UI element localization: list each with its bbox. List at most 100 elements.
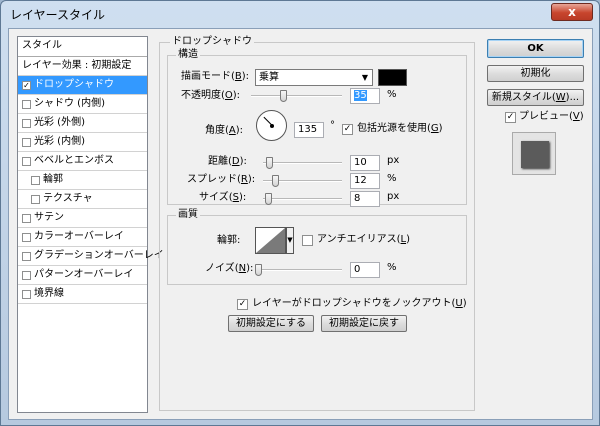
noise-input[interactable]: 0 [350, 262, 380, 278]
reset-button[interactable]: 初期化 [487, 65, 584, 82]
contour-curve-icon [256, 228, 285, 253]
size-unit: px [387, 191, 400, 202]
distance-unit: px [387, 155, 400, 166]
style-item-label: パターンオーバーレイ [34, 269, 134, 280]
preview-shape [521, 141, 549, 168]
distance-slider[interactable] [263, 156, 342, 170]
style-item-checkbox[interactable] [22, 157, 31, 166]
structure-title: 構造 [176, 49, 200, 61]
structure-group: 構造 描画モード(B): 乗算 ▼ 不透明度(O): 35 % 角度(A): 1… [167, 49, 467, 207]
noise-slider-track [255, 269, 342, 271]
style-item[interactable]: パターンオーバーレイ [18, 266, 147, 285]
style-item-label: ドロップシャドウ [34, 79, 114, 90]
blend-mode-value: 乗算 [259, 72, 279, 83]
angle-label: 角度(A): [205, 125, 244, 136]
styles-header-label: スタイル [22, 40, 62, 51]
style-item-checkbox[interactable] [31, 176, 40, 185]
style-item[interactable]: シャドウ (内側) [18, 95, 147, 114]
style-item-checkbox[interactable] [22, 119, 31, 128]
style-item-label: 光彩 (内側) [34, 136, 85, 147]
global-light-checkbox[interactable]: ✓ [342, 124, 353, 135]
size-slider[interactable] [263, 192, 342, 206]
opacity-unit: % [387, 89, 397, 100]
blend-mode-select[interactable]: 乗算 ▼ [255, 69, 373, 86]
size-input[interactable]: 8 [350, 191, 380, 207]
style-item[interactable]: 光彩 (内側) [18, 133, 147, 152]
style-item-checkbox[interactable] [22, 271, 31, 280]
style-item[interactable]: 光彩 (外側) [18, 114, 147, 133]
layer-style-dialog: レイヤースタイル x スタイル レイヤー効果 : 初期設定 ✓ ドロップシャドウ シャ… [0, 0, 600, 426]
anti-alias-label: アンチエイリアス(L) [317, 234, 410, 245]
angle-input[interactable]: 135 [294, 122, 324, 138]
preview-thumbnail [512, 132, 556, 175]
spread-unit: % [387, 173, 397, 184]
style-item-checkbox[interactable] [31, 195, 40, 204]
style-item-label: グラデーションオーバーレイ [34, 250, 164, 261]
chevron-down-icon: ▼ [361, 73, 368, 82]
style-item-label: サテン [34, 212, 64, 223]
style-item-checkbox[interactable] [22, 252, 31, 261]
angle-unit: ° [330, 120, 335, 131]
contour-picker[interactable] [255, 227, 286, 254]
title-bar: レイヤースタイル x [1, 1, 599, 27]
style-item-label: シャドウ (内側) [34, 98, 105, 109]
global-light-label: 包括光源を使用(G) [357, 123, 443, 134]
size-slider-thumb[interactable] [265, 193, 272, 205]
style-item-label: 境界線 [34, 288, 64, 299]
noise-slider[interactable] [255, 263, 342, 277]
style-item[interactable]: グラデーションオーバーレイ [18, 247, 164, 266]
quality-group: 画質 輪郭: ▼ アンチエイリアス(L) ノイズ(N): 0 % [167, 209, 467, 285]
style-item[interactable]: レイヤー効果 : 初期設定 [18, 57, 147, 76]
style-item[interactable]: カラーオーバーレイ [18, 228, 147, 247]
style-item-label: 光彩 (外側) [34, 117, 85, 128]
size-label: サイズ(S): [199, 192, 247, 203]
ok-button[interactable]: OK [487, 39, 584, 58]
drop-shadow-group: ドロップシャドウ 構造 描画モード(B): 乗算 ▼ 不透明度(O): 35 %… [159, 36, 475, 411]
distance-slider-thumb[interactable] [266, 157, 273, 169]
style-item-checkbox[interactable] [22, 214, 31, 223]
angle-center [270, 124, 274, 128]
styles-list-header[interactable]: スタイル [18, 37, 147, 57]
opacity-slider-thumb[interactable] [280, 90, 287, 102]
shadow-color-swatch[interactable] [378, 69, 407, 86]
style-item-checkbox[interactable] [22, 290, 31, 299]
contour-dropdown[interactable]: ▼ [286, 227, 294, 254]
style-item-checkbox[interactable] [22, 100, 31, 109]
window-title: レイヤースタイル [10, 8, 106, 22]
opacity-slider[interactable] [251, 89, 342, 103]
opacity-input[interactable]: 35 [350, 88, 380, 104]
style-item-label: 輪郭 [43, 174, 63, 185]
style-item-label: テクスチャ [43, 193, 93, 204]
noise-slider-thumb[interactable] [255, 264, 262, 276]
spread-slider-thumb[interactable] [272, 175, 279, 187]
new-style-button[interactable]: 新規スタイル(W)... [487, 89, 584, 106]
anti-alias-checkbox[interactable] [302, 235, 313, 246]
style-item-label: レイヤー効果 : 初期設定 [22, 60, 132, 71]
style-item[interactable]: サテン [18, 209, 147, 228]
style-item-checkbox[interactable] [22, 138, 31, 147]
style-item[interactable]: テクスチャ [18, 190, 147, 209]
style-item-checkbox[interactable] [22, 233, 31, 242]
style-item[interactable]: ✓ ドロップシャドウ [18, 76, 147, 95]
opacity-slider-track [251, 95, 342, 97]
angle-dial[interactable] [256, 110, 287, 141]
spread-slider[interactable] [263, 174, 342, 188]
style-item[interactable]: ベベルとエンボス [18, 152, 147, 171]
style-item[interactable]: 輪郭 [18, 171, 147, 190]
make-default-button[interactable]: 初期設定にする [228, 315, 314, 332]
distance-input[interactable]: 10 [350, 155, 380, 171]
reset-to-default-button[interactable]: 初期設定に戻す [321, 315, 407, 332]
distance-label: 距離(D): [208, 156, 247, 167]
chevron-down-icon: ▼ [287, 236, 293, 244]
noise-label: ノイズ(N): [205, 263, 254, 274]
dialog-client: スタイル レイヤー効果 : 初期設定 ✓ ドロップシャドウ シャドウ (内側) 光彩 (… [8, 28, 593, 420]
opacity-label: 不透明度(O): [181, 90, 241, 101]
style-item-checkbox[interactable]: ✓ [22, 81, 31, 90]
preview-checkbox[interactable]: ✓ [505, 112, 516, 123]
knockout-checkbox[interactable]: ✓ [237, 299, 248, 310]
blend-mode-label: 描画モード(B): [181, 71, 250, 82]
spread-label: スプレッド(R): [187, 174, 256, 185]
close-button[interactable]: x [551, 3, 593, 21]
spread-input[interactable]: 12 [350, 173, 380, 189]
style-item[interactable]: 境界線 [18, 285, 147, 304]
